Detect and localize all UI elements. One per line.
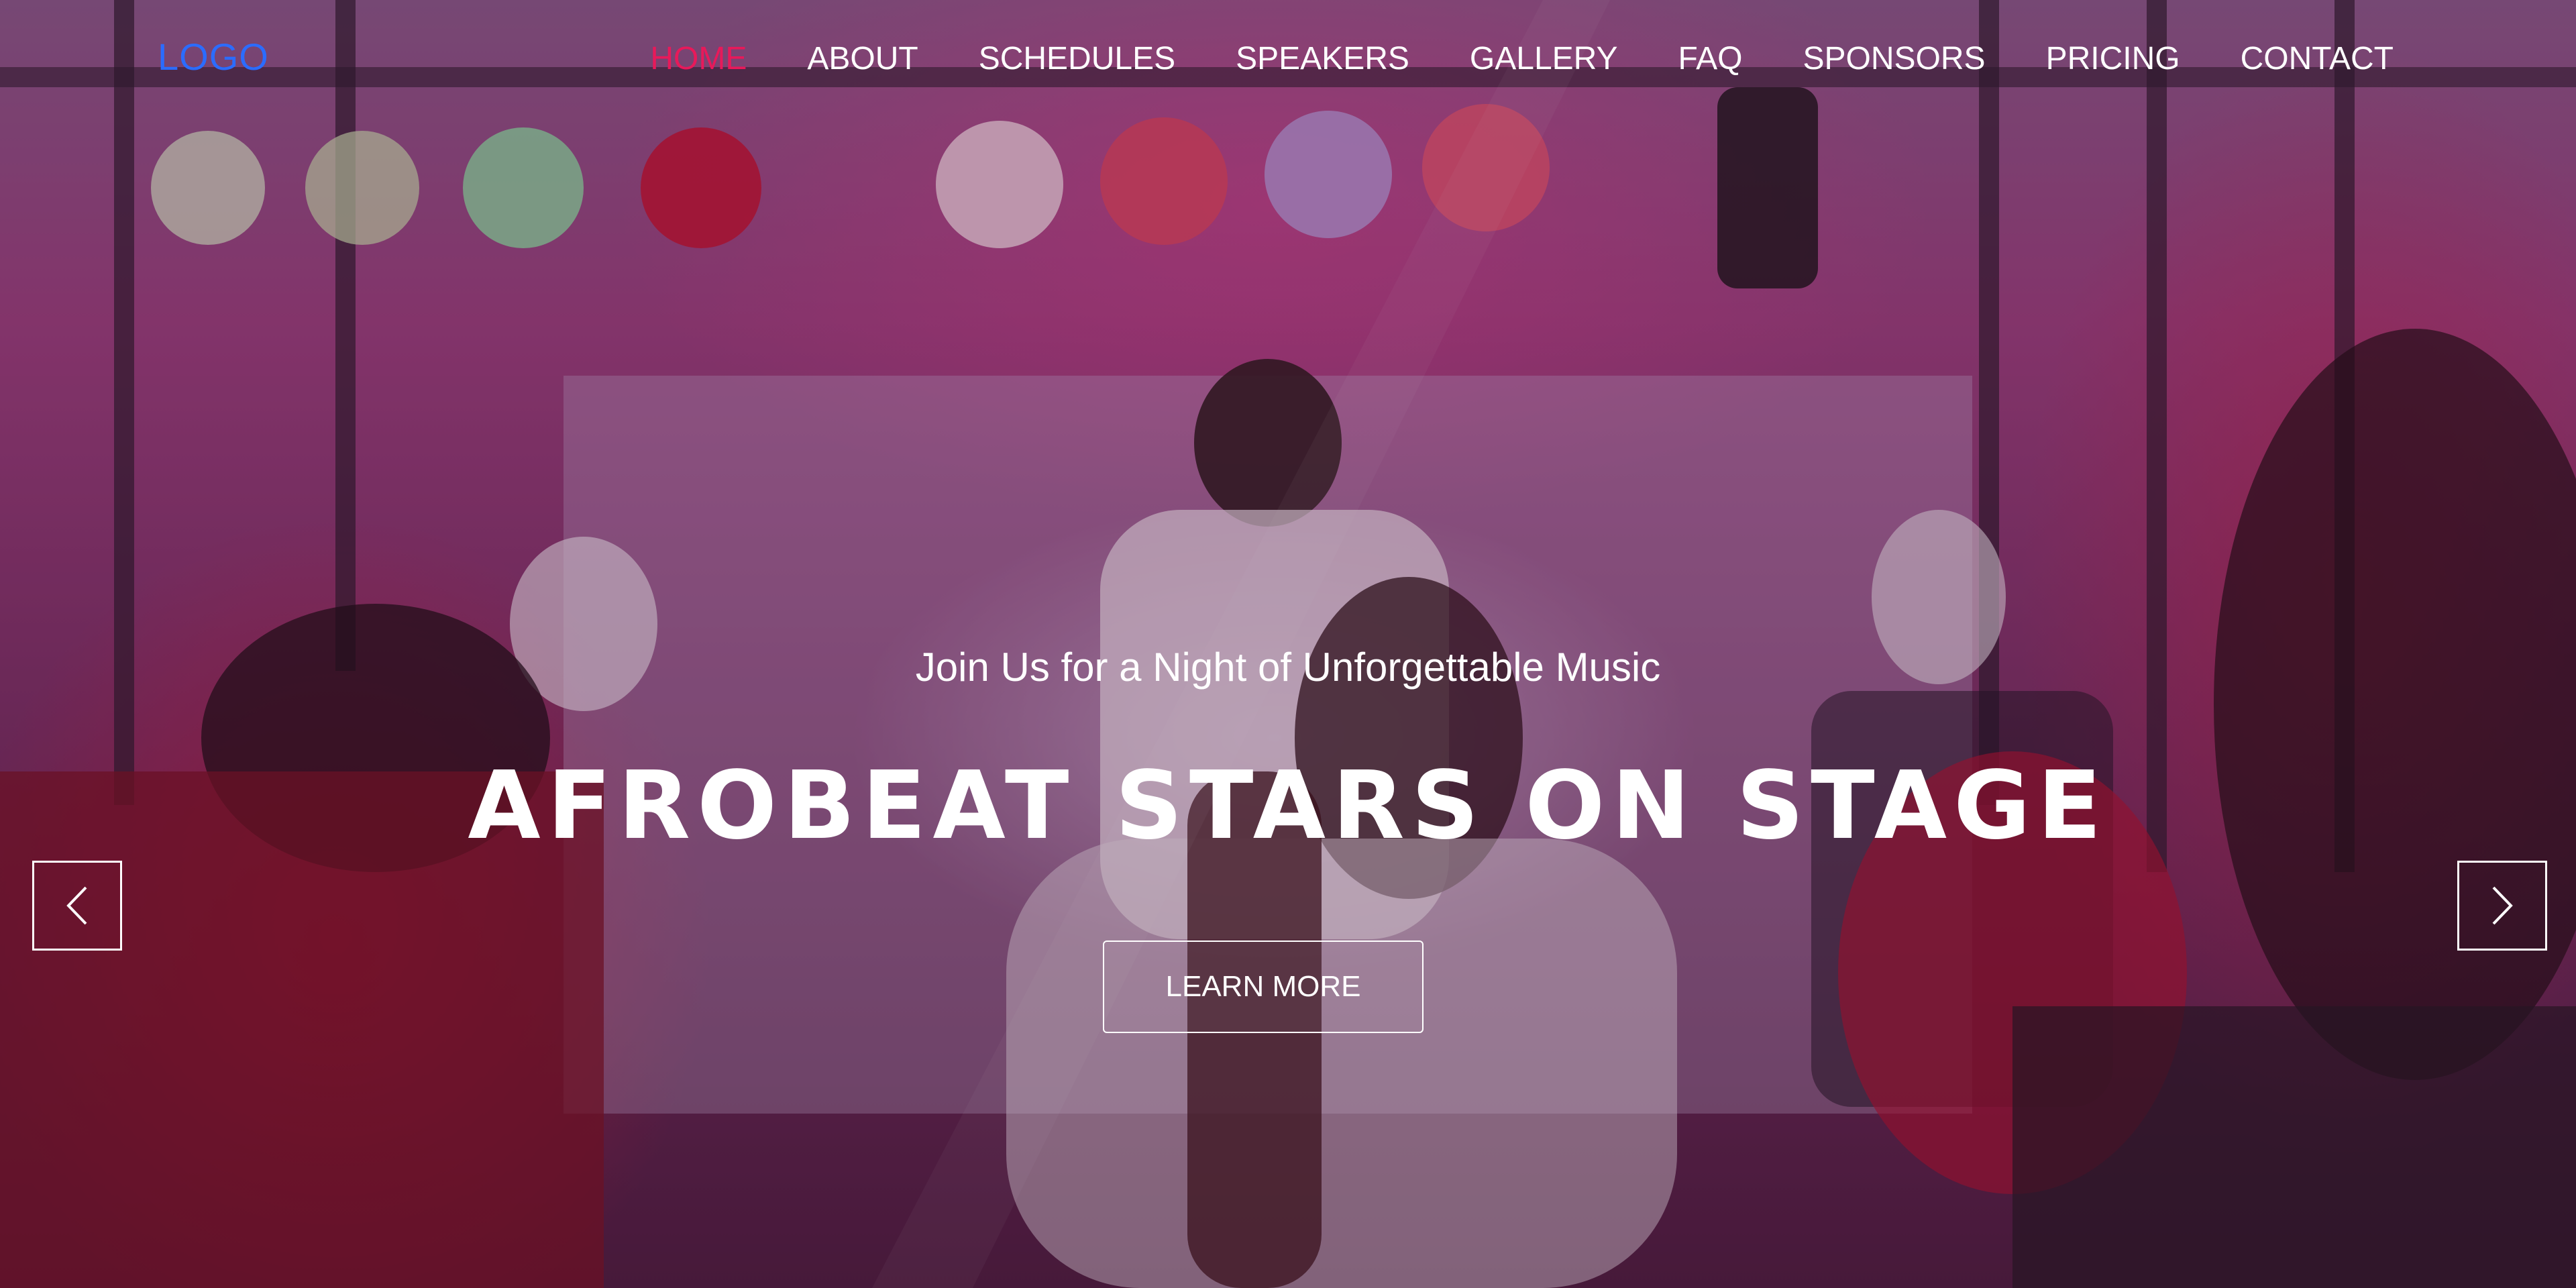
nav-item-schedules[interactable]: SCHEDULES (979, 40, 1175, 77)
next-slide-button[interactable] (2457, 861, 2547, 951)
nav-item-home[interactable]: HOME (650, 40, 747, 77)
nav-item-gallery[interactable]: GALLERY (1470, 40, 1618, 77)
hero-subtitle: Join Us for a Night of Unforgettable Mus… (915, 645, 1661, 690)
chevron-left-icon (66, 886, 87, 925)
hero-title: AFROBEAT STARS ON STAGE (468, 751, 2108, 861)
nav-menu: HOME ABOUT SCHEDULES SPEAKERS GALLERY FA… (590, 40, 2394, 77)
nav-item-faq[interactable]: FAQ (1678, 40, 1742, 77)
nav-item-pricing[interactable]: PRICING (2046, 40, 2180, 77)
learn-more-button[interactable]: LEARN MORE (1103, 941, 1424, 1033)
hero-section: LOGO HOME ABOUT SCHEDULES SPEAKERS GALLE… (0, 0, 2576, 1288)
nav-item-contact[interactable]: CONTACT (2241, 40, 2394, 77)
prev-slide-button[interactable] (32, 861, 122, 951)
nav-item-sponsors[interactable]: SPONSORS (1803, 40, 1986, 77)
nav-item-about[interactable]: ABOUT (807, 40, 918, 77)
logo[interactable]: LOGO (158, 35, 269, 78)
nav-item-speakers[interactable]: SPEAKERS (1236, 40, 1409, 77)
top-navigation: LOGO HOME ABOUT SCHEDULES SPEAKERS GALLE… (0, 0, 2576, 121)
chevron-right-icon (2492, 886, 2513, 925)
